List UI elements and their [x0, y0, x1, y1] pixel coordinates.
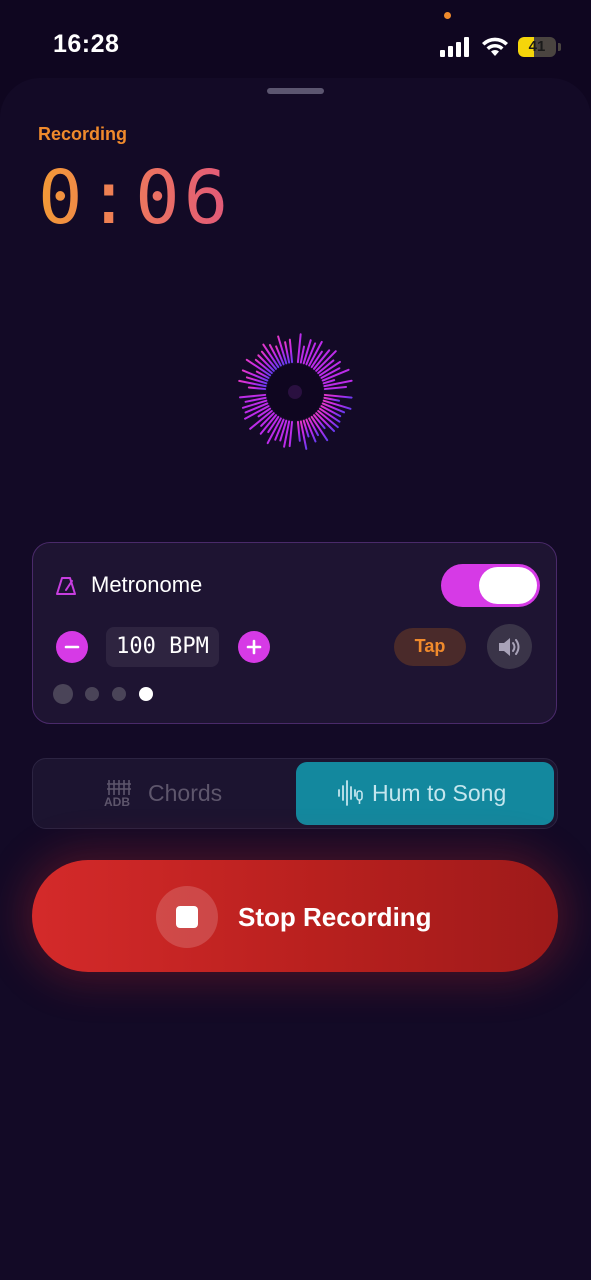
visualizer-bar [322, 379, 336, 385]
audio-visualizer [237, 333, 353, 450]
status-bar: 16:28 41 [0, 0, 591, 80]
recording-timer: 0:06 [38, 155, 233, 241]
sheet-grabber[interactable] [267, 88, 324, 94]
status-time: 16:28 [53, 30, 120, 58]
recording-screen: 16:28 41 Recording 0:06 Metronome 100 BP… [0, 0, 591, 1280]
cellular-signal-icon [440, 37, 469, 57]
increase-bpm-button[interactable] [238, 631, 270, 663]
wifi-icon [482, 37, 508, 56]
visualizer-bar [323, 393, 353, 399]
visualizer-bar [323, 396, 341, 402]
visualizer-bar [247, 386, 267, 391]
guitar-chords-icon: ADB [104, 780, 131, 807]
visualizer-bar [288, 420, 294, 448]
battery-level: 41 [528, 38, 546, 55]
privacy-indicator-dot [444, 12, 451, 19]
minus-icon [64, 645, 80, 649]
plus-icon [246, 639, 262, 655]
waveform-mic-icon [338, 780, 363, 806]
visualizer-bar [299, 345, 306, 364]
speaker-icon [499, 638, 520, 656]
metronome-title: Metronome [91, 572, 203, 597]
stop-icon[interactable] [176, 906, 198, 928]
visualizer-center-dot [288, 385, 302, 399]
visualizer-bar [296, 333, 302, 364]
beat-dot-3 [112, 687, 126, 701]
bpm-value: 100 BPM [116, 634, 209, 659]
visualizer-bar [323, 385, 348, 391]
svg-text:ADB: ADB [104, 795, 130, 807]
metronome-icon [56, 577, 76, 595]
tap-tempo-label: Tap [414, 636, 446, 656]
tab-chords-label: Chords [148, 780, 223, 806]
battery-nub [558, 43, 561, 51]
beat-dot-2 [85, 687, 99, 701]
visualizer-bar [296, 420, 301, 442]
beat-dot-1 [53, 684, 73, 704]
battery-icon: 41 [518, 37, 556, 57]
visualizer-bar [239, 393, 267, 399]
decrease-bpm-button[interactable] [56, 631, 88, 663]
metronome-sound-button[interactable] [487, 624, 532, 669]
beat-dot-4 [139, 687, 153, 701]
visualizer-bar [288, 338, 294, 364]
visualizer-bar [302, 339, 312, 365]
tab-hum-to-song-label: Hum to Song [372, 780, 507, 806]
stop-recording-label[interactable]: Stop Recording [238, 902, 432, 933]
recording-status-label: Recording [38, 124, 128, 144]
metronome-toggle-knob[interactable] [479, 567, 537, 604]
